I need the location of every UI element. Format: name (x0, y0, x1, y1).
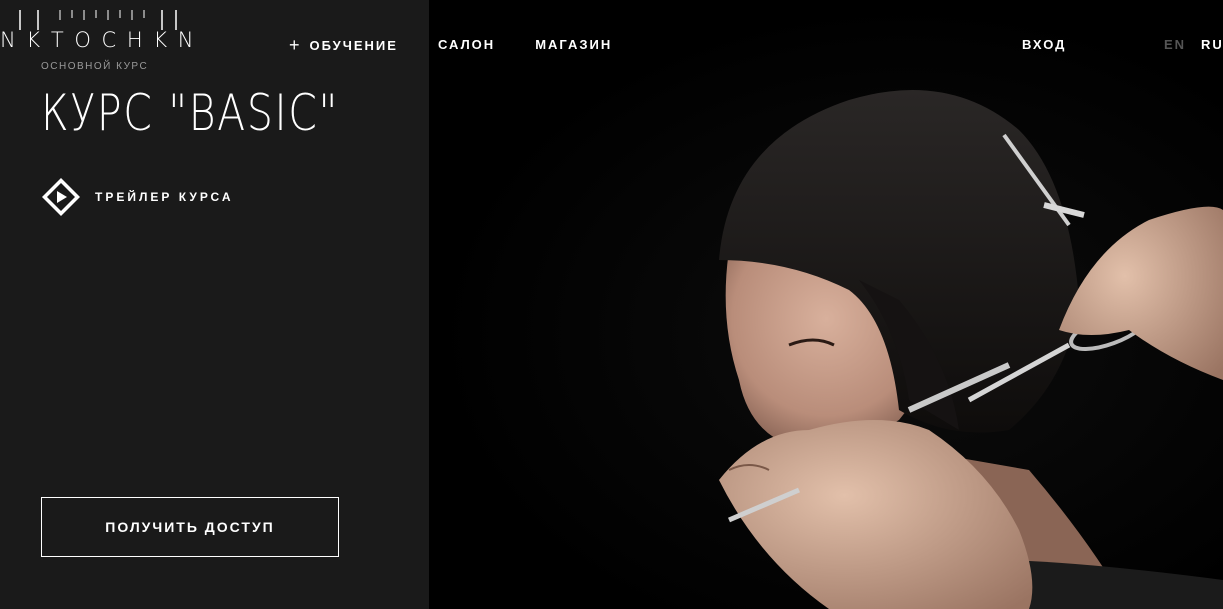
haircut-photo (719, 90, 1223, 609)
main-nav: + ОБУЧЕНИЕ САЛОН МАГАЗИН (289, 34, 652, 55)
brand-logo[interactable]: N K T O C H K N (0, 8, 210, 52)
nav-item-education[interactable]: + ОБУЧЕНИЕ (289, 34, 398, 55)
lang-ru[interactable]: RU (1201, 37, 1223, 52)
lang-en[interactable]: EN (1164, 37, 1186, 52)
play-diamond-icon (42, 178, 80, 216)
nav-item-shop[interactable]: МАГАЗИН (535, 37, 612, 52)
logo-text: N K T O C H K N (0, 28, 196, 52)
hero-image (429, 0, 1223, 609)
course-subtitle: ОСНОВНОЙ КУРС (41, 61, 149, 72)
get-access-button[interactable]: ПОЛУЧИТЬ ДОСТУП (41, 497, 339, 557)
trailer-label: ТРЕЙЛЕР КУРСА (95, 190, 234, 204)
plus-icon: + (289, 35, 302, 55)
nav-label-education: ОБУЧЕНИЕ (309, 38, 398, 53)
logo-ruler-icon (19, 10, 177, 30)
page-title: КУРС "BASIC" (41, 84, 340, 142)
nav-item-salon[interactable]: САЛОН (438, 37, 495, 52)
trailer-button[interactable]: ТРЕЙЛЕР КУРСА (41, 177, 234, 217)
login-link[interactable]: ВХОД (1022, 37, 1066, 52)
